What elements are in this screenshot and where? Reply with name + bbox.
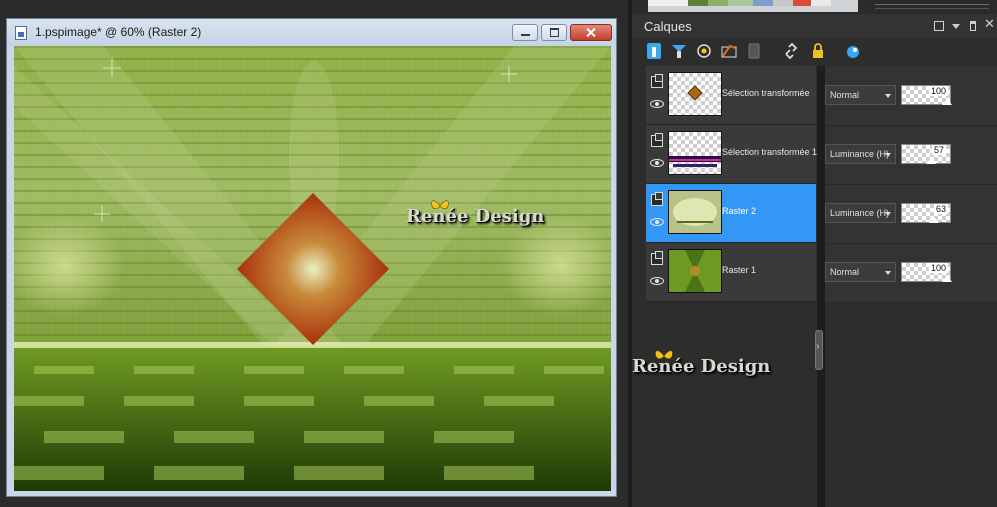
blend-mode-select[interactable]: Luminance (H) xyxy=(825,203,896,223)
delete-layer-icon[interactable] xyxy=(745,42,763,60)
layer-group-toggle-icon[interactable] xyxy=(651,192,663,206)
opacity-value: 100 xyxy=(928,263,948,273)
layer-row[interactable]: Sélection transformée 1 xyxy=(646,125,818,184)
blend-mode-select[interactable]: Normal xyxy=(825,85,896,105)
layer-row[interactable]: Sélection transformée xyxy=(646,66,816,125)
document-icon xyxy=(15,26,27,40)
panel-restore-icon[interactable] xyxy=(934,21,944,31)
lock-icon[interactable] xyxy=(809,42,827,60)
watermark-text: Renée Design xyxy=(406,206,545,227)
fx-icon[interactable] xyxy=(844,42,862,60)
layer-name: Raster 2 xyxy=(722,206,757,216)
opacity-slider[interactable]: 100 xyxy=(901,85,952,105)
layer-properties-row: Normal 100 xyxy=(825,243,997,303)
close-button[interactable] xyxy=(570,24,612,41)
panel-menu-chevron-icon[interactable] xyxy=(952,24,960,29)
panel-splitter-handle[interactable] xyxy=(815,330,823,370)
butterfly-icon xyxy=(655,350,673,359)
visibility-eye-icon[interactable] xyxy=(650,277,664,285)
layer-group-toggle-icon[interactable] xyxy=(651,74,663,88)
layer-thumbnail xyxy=(668,131,722,175)
maximize-button[interactable] xyxy=(541,24,567,41)
layer-properties-column: Normal 100 Luminance (H) 57 Luminance (H… xyxy=(825,66,997,303)
opacity-value: 100 xyxy=(928,86,948,96)
blend-mode-select[interactable]: Luminance (H) xyxy=(825,144,896,164)
image-window-title: 1.pspimage* @ 60% (Raster 2) xyxy=(35,25,202,39)
opacity-value: 57 xyxy=(932,145,947,155)
layer-row[interactable]: Raster 1 xyxy=(646,243,816,302)
panel-close-icon[interactable]: ✕ xyxy=(984,17,995,31)
layer-thumbnail xyxy=(668,72,722,116)
image-window-titlebar[interactable]: 1.pspimage* @ 60% (Raster 2) xyxy=(7,19,616,46)
layers-panel-title: Calques xyxy=(644,19,692,34)
layer-name: Raster 1 xyxy=(722,265,757,275)
materials-divider-2 xyxy=(875,8,989,9)
opacity-slider[interactable]: 63 xyxy=(901,203,951,223)
new-raster-layer-icon[interactable] xyxy=(645,42,663,60)
blend-mode-select[interactable]: Normal xyxy=(825,262,896,282)
minimize-button[interactable] xyxy=(512,24,538,41)
artwork xyxy=(14,46,611,491)
butterfly-icon xyxy=(431,200,449,209)
materials-divider xyxy=(875,4,989,5)
layer-thumbnail xyxy=(668,190,722,234)
opacity-slider[interactable]: 100 xyxy=(901,262,952,282)
layer-name: Sélection transformée 1 xyxy=(722,147,818,157)
image-window: 1.pspimage* @ 60% (Raster 2) Renée Desig… xyxy=(6,18,617,497)
color-palette-strip[interactable] xyxy=(648,0,858,12)
layers-panel-header[interactable]: Calques ✕ xyxy=(632,14,997,38)
layer-group-toggle-icon[interactable] xyxy=(651,251,663,265)
panel-watermark-text: Renée Design xyxy=(632,356,771,377)
layers-panel: Calques ✕ Sélection transformée Sélectio… xyxy=(632,14,997,507)
layer-list-scrollbar[interactable] xyxy=(817,66,825,507)
new-vector-layer-icon[interactable] xyxy=(670,42,688,60)
visibility-eye-icon[interactable] xyxy=(650,159,664,167)
visibility-eye-icon[interactable] xyxy=(650,100,664,108)
layer-row-selected[interactable]: Raster 2 xyxy=(646,184,816,243)
opacity-slider[interactable]: 57 xyxy=(901,144,951,164)
layer-list: Sélection transformée Sélection transfor… xyxy=(646,66,820,302)
opacity-value: 63 xyxy=(934,204,949,214)
image-canvas[interactable]: Renée Design xyxy=(14,46,611,491)
layer-thumbnail xyxy=(668,249,722,293)
link-icon[interactable] xyxy=(782,42,800,60)
layer-name: Sélection transformée xyxy=(722,88,810,98)
layer-properties-row: Luminance (H) 63 xyxy=(825,184,997,244)
pin-icon[interactable] xyxy=(970,21,976,31)
layers-toolbar xyxy=(632,40,997,66)
layer-group-toggle-icon[interactable] xyxy=(651,133,663,147)
visibility-eye-icon[interactable] xyxy=(650,218,664,226)
layer-properties-row: Luminance (H) 57 xyxy=(825,125,997,185)
new-adjustment-layer-icon[interactable] xyxy=(695,42,713,60)
new-mask-layer-icon[interactable] xyxy=(720,42,738,60)
layer-properties-row: Normal 100 xyxy=(825,66,997,126)
